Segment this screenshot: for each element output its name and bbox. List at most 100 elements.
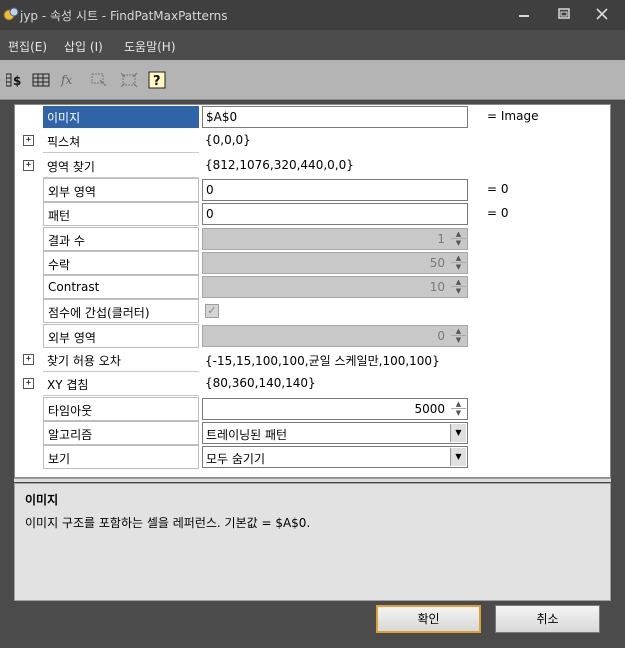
expand-toggle-icon[interactable]: + bbox=[23, 378, 34, 390]
app-icon bbox=[3, 7, 19, 21]
minimize-button[interactable] bbox=[516, 7, 532, 21]
property-label: 찾기 허용 오차 bbox=[43, 348, 199, 372]
spin-control: ▲ ▼ bbox=[451, 278, 466, 296]
ok-button[interactable]: 확인 bbox=[376, 605, 481, 633]
description-panel: 이미지 이미지 구조를 포함하는 셀을 레퍼런스. 기본값 = $A$0. bbox=[14, 483, 611, 601]
property-label: 보기 bbox=[43, 445, 199, 470]
property-dropdown[interactable]: 모두 숨기기 ▼ bbox=[202, 446, 468, 469]
property-spin-input: 50 ▲ ▼ bbox=[202, 251, 468, 274]
property-row[interactable]: Contrast 10 ▲ ▼ bbox=[15, 275, 610, 300]
property-row[interactable]: 패턴 0 = 0 bbox=[15, 202, 610, 227]
help-icon: ? bbox=[148, 71, 166, 89]
property-row[interactable]: + 픽스쳐 {0,0,0} bbox=[15, 129, 610, 154]
spin-down-icon[interactable]: ▼ bbox=[451, 409, 466, 418]
property-row[interactable]: 외부 영역 0 = 0 bbox=[15, 177, 610, 202]
menu-bar: 편집(E) 삽입 (I) 도움말(H) bbox=[0, 30, 625, 60]
property-spin-input: 0 ▲ ▼ bbox=[202, 324, 468, 347]
fit-region-button[interactable] bbox=[120, 71, 138, 89]
spin-down-icon: ▼ bbox=[455, 238, 462, 247]
function-icon: fx bbox=[60, 73, 72, 87]
property-row[interactable]: 수락 50 ▲ ▼ bbox=[15, 250, 610, 275]
cancel-button[interactable]: 취소 bbox=[495, 605, 600, 633]
property-value[interactable]: 모두 숨기기 ▼ bbox=[202, 446, 468, 469]
spin-up-icon[interactable]: ▲ bbox=[451, 400, 466, 409]
minimize-icon bbox=[519, 15, 529, 17]
property-unit: = Image bbox=[487, 109, 539, 123]
help-button[interactable]: ? bbox=[148, 71, 166, 89]
grid-button[interactable] bbox=[32, 71, 50, 89]
svg-text:fx: fx bbox=[60, 73, 72, 87]
maximize-icon bbox=[558, 8, 570, 19]
property-row[interactable]: 이미지 $A$0 = Image bbox=[15, 105, 610, 129]
property-input[interactable]: 0 bbox=[202, 178, 468, 201]
property-value[interactable]: 0 ▲ ▼ bbox=[202, 324, 468, 347]
spin-control: ▲ ▼ bbox=[451, 230, 466, 248]
property-label: 점수에 간섭(클러터) bbox=[43, 299, 199, 324]
spin-up-icon: ▲ bbox=[451, 278, 466, 288]
expand-toggle-icon[interactable]: + bbox=[23, 159, 34, 171]
property-value[interactable]: {812,1076,320,440,0,0} bbox=[202, 155, 468, 177]
property-grid: 이미지 $A$0 = Image + 픽스쳐 {0,0,0} + 영역 찾기 {812,1076… bbox=[14, 104, 611, 478]
menu-help[interactable]: 도움말(H) bbox=[124, 38, 176, 55]
property-input[interactable]: $A$0 bbox=[202, 106, 468, 128]
title-bar: jyp - 속성 시트 - FindPatMaxPatterns bbox=[0, 0, 625, 30]
property-row[interactable]: 타임아웃 5000 ▲ ▼ bbox=[15, 396, 610, 421]
property-value[interactable]: {-15,15,100,100,균일 스케일만,100,100} bbox=[202, 349, 468, 371]
chevron-down-icon[interactable]: ▼ bbox=[450, 423, 466, 442]
property-row[interactable]: + 영역 찾기 {812,1076,320,440,0,0} bbox=[15, 154, 610, 178]
spin-down-icon: ▼ bbox=[455, 335, 462, 344]
spin-up-icon: ▲ bbox=[451, 254, 466, 263]
property-label: 패턴 bbox=[43, 202, 199, 227]
menu-insert[interactable]: 삽입 (I) bbox=[64, 38, 103, 55]
select-region-button[interactable] bbox=[90, 71, 108, 89]
property-label: 이미지 bbox=[43, 106, 199, 128]
property-value-text: {812,1076,320,440,0,0} bbox=[205, 157, 354, 172]
property-row[interactable]: 결과 수 1 ▲ ▼ bbox=[15, 226, 610, 251]
select-region-icon bbox=[91, 73, 107, 87]
svg-text:$: $ bbox=[13, 74, 21, 88]
splitter[interactable] bbox=[14, 478, 611, 482]
spin-value: 0 bbox=[437, 328, 445, 343]
property-input[interactable]: 0 bbox=[202, 203, 468, 226]
close-button[interactable] bbox=[594, 7, 610, 21]
property-label: 타임아웃 bbox=[43, 396, 199, 421]
property-spin-input[interactable]: 5000 ▲ ▼ bbox=[202, 397, 468, 420]
property-row[interactable]: + 찾기 허용 오차 {-15,15,100,100,균일 스케일만,100,100… bbox=[15, 348, 610, 372]
spin-value: 5000 bbox=[414, 401, 445, 416]
property-row[interactable]: 알고리즘 트레이닝된 패턴 ▼ bbox=[15, 420, 610, 445]
property-label: Contrast bbox=[43, 275, 199, 300]
expand-toggle-icon[interactable]: + bbox=[23, 354, 34, 365]
function-button[interactable]: fx bbox=[60, 71, 78, 89]
property-label: 알고리즘 bbox=[43, 420, 199, 445]
property-value-text: {0,0,0} bbox=[205, 133, 251, 148]
property-value[interactable]: 1 ▲ ▼ bbox=[202, 227, 468, 250]
property-row[interactable]: 외부 영역 0 ▲ ▼ bbox=[15, 323, 610, 348]
spin-down-icon: ▼ bbox=[455, 262, 462, 271]
chevron-down-icon[interactable]: ▼ bbox=[450, 448, 466, 467]
property-spin-input: 10 ▲ ▼ bbox=[202, 276, 468, 299]
property-label: 결과 수 bbox=[43, 226, 199, 251]
close-icon bbox=[596, 8, 608, 20]
menu-edit[interactable]: 편집(E) bbox=[8, 38, 47, 55]
maximize-button[interactable] bbox=[556, 7, 572, 21]
property-value[interactable]: {80,360,140,140} bbox=[202, 373, 468, 395]
property-value[interactable]: {0,0,0} bbox=[202, 130, 468, 152]
cell-reference-button[interactable]: $ bbox=[6, 71, 24, 89]
property-row[interactable]: + XY 겹침 {80,360,140,140} bbox=[15, 372, 610, 397]
spin-value: 50 bbox=[429, 255, 445, 270]
expand-toggle-icon[interactable]: + bbox=[23, 135, 34, 147]
clutter-checkbox: ✓ bbox=[205, 304, 219, 319]
property-value[interactable]: 50 ▲ ▼ bbox=[202, 251, 468, 274]
spin-control[interactable]: ▲ ▼ bbox=[451, 400, 466, 418]
property-value[interactable]: $A$0 bbox=[202, 106, 468, 128]
property-dropdown[interactable]: 트레이닝된 패턴 ▼ bbox=[202, 421, 468, 444]
property-value[interactable]: 0 bbox=[202, 203, 468, 226]
property-value[interactable]: ✓ bbox=[202, 300, 468, 322]
property-spin-input: 1 ▲ ▼ bbox=[202, 227, 468, 250]
property-row[interactable]: 점수에 간섭(클러터) ✓ bbox=[15, 299, 610, 324]
property-value[interactable]: 10 ▲ ▼ bbox=[202, 276, 468, 299]
property-value[interactable]: 트레이닝된 패턴 ▼ bbox=[202, 421, 468, 444]
property-value[interactable]: 5000 ▲ ▼ bbox=[202, 397, 468, 420]
property-value[interactable]: 0 bbox=[202, 178, 468, 201]
property-row[interactable]: 보기 모두 숨기기 ▼ bbox=[15, 445, 610, 470]
